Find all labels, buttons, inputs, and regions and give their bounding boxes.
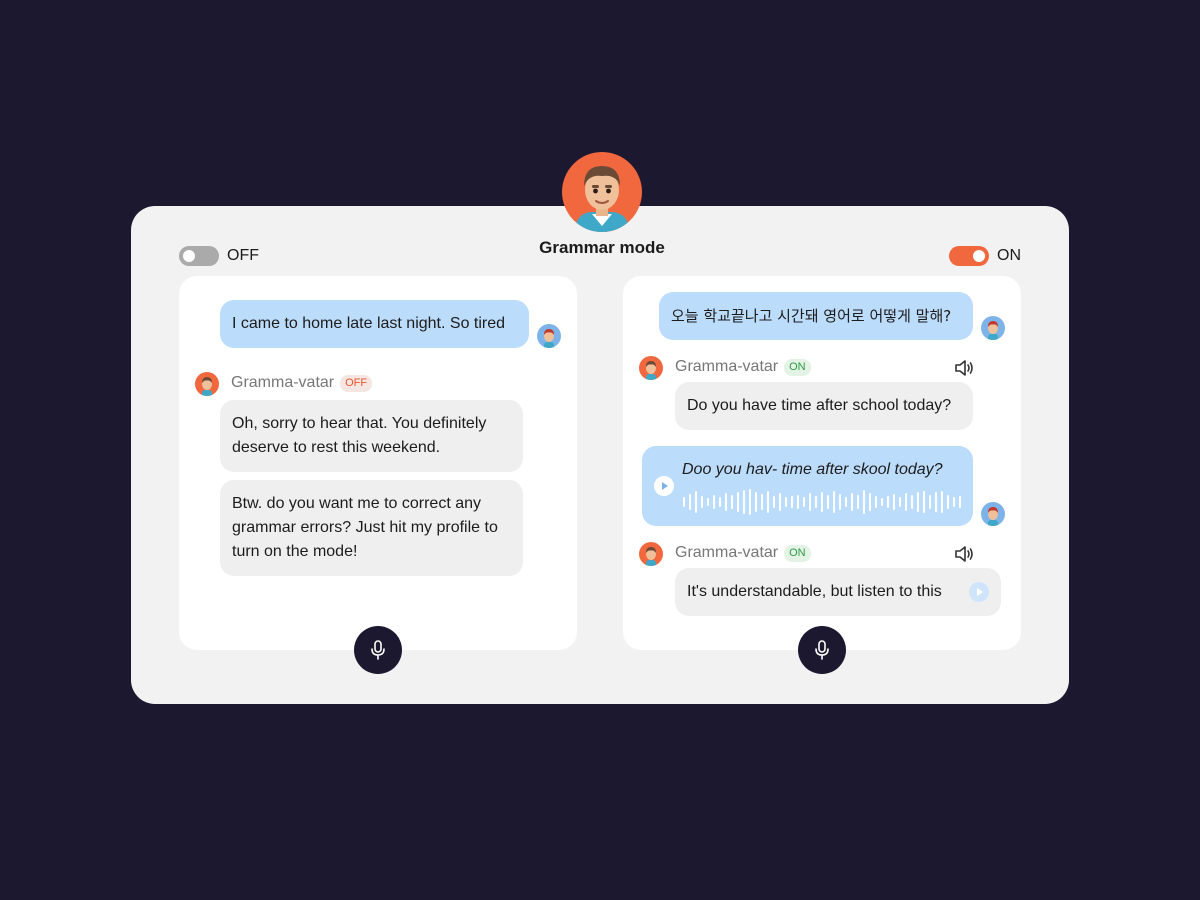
voice-transcript: Doo you hav- time after skool today? — [682, 461, 943, 478]
bot-message: Btw. do you want me to correct any gramm… — [220, 480, 523, 576]
mic-icon — [815, 640, 829, 660]
play-icon[interactable] — [969, 582, 989, 602]
grammar-toggle-on[interactable]: ON — [949, 246, 1021, 266]
mic-button[interactable] — [354, 626, 402, 674]
chat-panel-grammar-off: I came to home late last night. So tired… — [179, 276, 577, 650]
page-title: Grammar mode — [539, 238, 665, 257]
toggle-knob — [973, 250, 985, 262]
bot-name: Gramma-vatar — [231, 374, 335, 391]
grammar-toggle-off[interactable]: OFF — [179, 246, 259, 266]
mic-icon — [371, 640, 385, 660]
play-icon[interactable] — [654, 476, 674, 496]
mic-button[interactable] — [798, 626, 846, 674]
bot-message: Do you have time after school today? — [675, 382, 973, 430]
avatar-character-icon — [576, 166, 628, 232]
bot-name: Gramma-vatar — [675, 544, 779, 561]
bot-message-text: It's understandable, but listen to this — [687, 583, 942, 600]
voice-message[interactable]: Doo you hav- time after skool today? — [642, 446, 973, 526]
user-avatar — [981, 502, 1005, 526]
bot-name-row: Gramma-vatar ON — [675, 544, 811, 562]
bot-avatar — [639, 356, 663, 380]
status-badge: ON — [784, 544, 811, 562]
bot-name-row: Gramma-vatar ON — [675, 358, 811, 376]
toggle-label: OFF — [227, 247, 259, 264]
user-message: 오늘 학교끝나고 시간돼 영어로 어떻게 말해? — [659, 292, 973, 340]
speaker-icon[interactable] — [954, 359, 974, 377]
user-avatar — [537, 324, 561, 348]
bot-message: Oh, sorry to hear that. You definitely d… — [220, 400, 523, 472]
user-message: I came to home late last night. So tired — [220, 300, 529, 348]
toggle-track — [949, 246, 989, 266]
status-badge: ON — [784, 358, 811, 376]
bot-avatar — [639, 542, 663, 566]
toggle-track — [179, 246, 219, 266]
toggle-label: ON — [997, 247, 1021, 264]
toggle-knob — [183, 250, 195, 262]
waveform — [683, 489, 961, 515]
bot-avatar — [195, 372, 219, 396]
bot-name: Gramma-vatar — [675, 358, 779, 375]
status-badge: OFF — [340, 374, 373, 392]
speaker-icon[interactable] — [954, 545, 974, 563]
avatar-profile-button[interactable] — [562, 152, 642, 232]
bot-name-row: Gramma-vatar OFF — [231, 374, 373, 392]
user-avatar — [981, 316, 1005, 340]
bot-message: It's understandable, but listen to this — [675, 568, 1001, 616]
chat-panel-grammar-on: 오늘 학교끝나고 시간돼 영어로 어떻게 말해? Gramma-vatar ON… — [623, 276, 1021, 650]
